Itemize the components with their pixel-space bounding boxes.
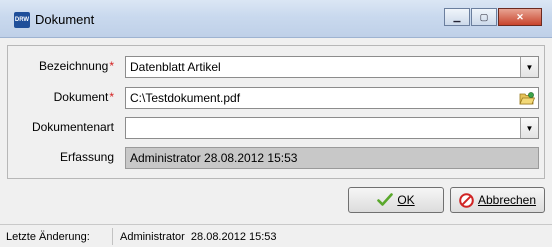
window-title: Dokument — [35, 12, 95, 27]
bezeichnung-value: Datenblatt Artikel — [130, 60, 221, 74]
erfassung-label: Erfassung — [59, 150, 114, 164]
bezeichnung-label: Bezeichnung* — [38, 59, 114, 73]
chevron-down-icon: ▼ — [525, 123, 534, 133]
dokumentenart-dropdown-button[interactable]: ▼ — [520, 118, 538, 138]
title-bar[interactable]: DRW Dokument ▁ ▢ ✕ — [0, 0, 552, 38]
bezeichnung-dropdown-button[interactable]: ▼ — [520, 57, 538, 77]
checkmark-icon — [377, 193, 394, 206]
required-marker: * — [109, 59, 114, 73]
status-bar: Letzte Änderung: Administrator 28.08.201… — [0, 224, 552, 247]
dokumentenart-label: Dokumentenart — [31, 120, 114, 134]
bezeichnung-combobox[interactable]: Datenblatt Artikel ▼ — [125, 56, 539, 78]
erfassung-field: Administrator 28.08.2012 15:53 — [125, 147, 539, 169]
ok-label: OK — [397, 193, 415, 207]
status-separator — [112, 228, 113, 245]
minimize-button[interactable]: ▁ — [444, 8, 470, 26]
cancel-button[interactable]: Abbrechen — [450, 187, 545, 213]
dialog-content: Bezeichnung* Datenblatt Artikel ▼ Dokume… — [0, 38, 552, 224]
folder-open-icon — [519, 92, 535, 105]
close-icon: ✕ — [516, 11, 524, 22]
chevron-down-icon: ▼ — [525, 62, 534, 72]
maximize-button[interactable]: ▢ — [471, 8, 497, 26]
window-controls: ▁ ▢ ✕ — [444, 8, 542, 26]
status-last-change-value: Administrator 28.08.2012 15:53 — [120, 231, 277, 243]
ok-button[interactable]: OK — [348, 187, 444, 213]
minimize-icon: ▁ — [453, 11, 461, 22]
dokument-field[interactable]: C:\Testdokument.pdf — [125, 87, 539, 109]
cancel-icon — [459, 192, 474, 208]
dokument-dialog: DRW Dokument ▁ ▢ ✕ Bezeichnung* Datenbla… — [0, 0, 552, 247]
dokument-value: C:\Testdokument.pdf — [130, 91, 241, 105]
open-file-button[interactable] — [516, 88, 538, 108]
required-marker: * — [109, 90, 114, 104]
maximize-icon: ▢ — [479, 11, 489, 22]
close-button[interactable]: ✕ — [498, 8, 542, 26]
dialog-buttons: OK Abbrechen — [348, 187, 545, 213]
erfassung-value: Administrator 28.08.2012 15:53 — [130, 151, 298, 165]
dokument-label: Dokument* — [53, 90, 114, 104]
form-panel: Bezeichnung* Datenblatt Artikel ▼ Dokume… — [7, 45, 545, 179]
dokumentenart-combobox[interactable]: ▼ — [125, 117, 539, 139]
app-icon: DRW — [14, 12, 30, 28]
status-last-change-label: Letzte Änderung: — [6, 231, 90, 243]
cancel-label: Abbrechen — [477, 193, 537, 207]
